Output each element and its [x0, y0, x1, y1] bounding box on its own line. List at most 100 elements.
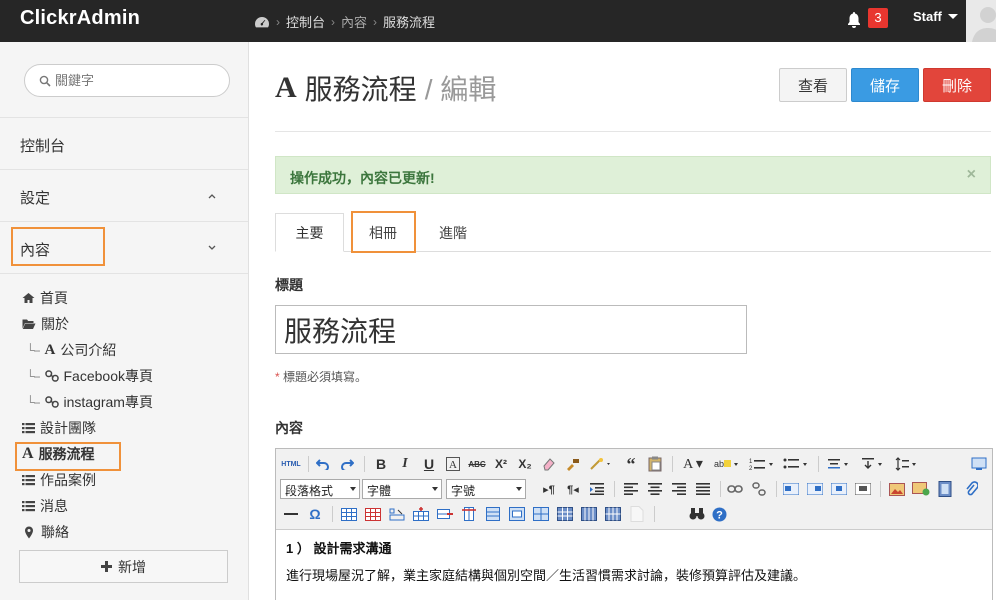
tree-item-news[interactable]: 消息 [22, 496, 68, 516]
delete-column-icon[interactable] [484, 505, 502, 523]
breadcrumb-content[interactable]: 內容 [341, 12, 367, 31]
alert-close-button[interactable]: × [967, 166, 976, 184]
magic-wand-icon[interactable] [588, 455, 614, 473]
blank-page-icon[interactable] [628, 505, 646, 523]
insert-row-icon[interactable] [412, 505, 430, 523]
search-box[interactable] [24, 64, 230, 97]
split-column-icon[interactable] [580, 505, 598, 523]
video-icon[interactable] [936, 480, 954, 498]
image-icon[interactable] [888, 480, 906, 498]
paragraph-spacing-icon[interactable] [894, 455, 920, 473]
align-right-icon[interactable] [670, 480, 688, 498]
html-source-button[interactable]: HTML [280, 455, 302, 473]
avatar[interactable] [966, 0, 996, 42]
view-button[interactable]: 查看 [779, 68, 847, 102]
italic-icon[interactable]: I [396, 455, 414, 473]
tree-item-label: 關於 [41, 316, 69, 332]
split-cells-icon[interactable] [532, 505, 550, 523]
plus-icon [101, 561, 112, 572]
undo-icon[interactable] [314, 455, 332, 473]
tree-item-label: 設計團隊 [40, 420, 96, 436]
page-title-text: 服務流程 [304, 74, 417, 105]
highlight-color-icon[interactable]: ab [712, 455, 742, 473]
font-color-icon[interactable]: A ▾ [680, 455, 706, 473]
delete-button[interactable]: 刪除 [923, 68, 991, 102]
title-input[interactable] [275, 305, 747, 354]
tree-item-design-team[interactable]: 設計團隊 [22, 418, 96, 438]
breadcrumb-dashboard[interactable]: 控制台 [286, 12, 325, 31]
float-none-icon[interactable] [830, 480, 848, 498]
brand-logo[interactable]: ClickrAdmin [20, 7, 140, 30]
underline-icon[interactable]: U [420, 455, 438, 473]
content-label: 內容 [275, 420, 303, 436]
font-size-select[interactable]: 字號 [446, 479, 526, 499]
line-height-icon[interactable] [826, 455, 852, 473]
strikethrough-icon[interactable]: ABC [468, 455, 486, 473]
ltr-icon[interactable]: ▸¶ [540, 480, 558, 498]
tree-item-portfolio[interactable]: 作品案例 [22, 470, 96, 490]
tree-item-about[interactable]: 關於 [22, 314, 69, 334]
highlight-service-box [15, 442, 121, 471]
table-icon[interactable] [340, 505, 358, 523]
tree-item-contact[interactable]: 聯絡 [24, 522, 69, 542]
rtl-icon[interactable]: ¶◂ [564, 480, 582, 498]
unlink-icon[interactable] [750, 480, 768, 498]
title-hint: * 標題必須填寫。 [275, 368, 367, 385]
paragraph-format-select[interactable]: 段落格式 [280, 479, 360, 499]
center-block-icon[interactable] [854, 480, 872, 498]
fullscreen-icon[interactable] [970, 455, 988, 473]
help-icon[interactable]: ? [710, 505, 728, 523]
tree-item-instagram[interactable]: └-- instagram專頁 [26, 392, 153, 412]
redo-icon[interactable] [338, 455, 356, 473]
save-button[interactable]: 儲存 [851, 68, 919, 102]
toolbar-separator [880, 481, 881, 497]
float-right-icon[interactable] [806, 480, 824, 498]
tree-connector: └-- [26, 395, 40, 409]
blockquote-icon[interactable]: “ [622, 454, 640, 474]
sidebar-item-settings[interactable]: 設定 [0, 170, 248, 222]
format-painter-icon[interactable] [564, 455, 582, 473]
bell-icon[interactable] [846, 11, 862, 29]
font-style-icon[interactable]: A [444, 455, 462, 473]
bullet-list-icon[interactable] [782, 455, 812, 473]
insert-column-icon[interactable] [460, 505, 478, 523]
align-justify-icon[interactable] [694, 480, 712, 498]
link-icon[interactable] [726, 480, 744, 498]
delete-row-icon[interactable] [436, 505, 454, 523]
user-menu-toggle[interactable]: Staff [913, 9, 958, 24]
eraser-icon[interactable] [540, 455, 558, 473]
tree-item-facebook[interactable]: └-- Facebook專頁 [26, 366, 153, 386]
special-char-icon[interactable]: Ω [306, 505, 324, 523]
align-left-icon[interactable] [622, 480, 640, 498]
ordered-list-icon[interactable]: 12 [748, 455, 778, 473]
find-replace-icon[interactable] [688, 505, 706, 523]
font-family-select[interactable]: 字體 [362, 479, 442, 499]
indent-icon[interactable] [588, 480, 606, 498]
add-item-button[interactable]: 新增 [19, 550, 228, 583]
split-row-icon[interactable] [556, 505, 574, 523]
multi-image-icon[interactable] [912, 480, 930, 498]
merge-cells-icon[interactable] [508, 505, 526, 523]
search-input[interactable] [55, 73, 215, 88]
align-center-icon[interactable] [646, 480, 664, 498]
horizontal-rule-icon[interactable] [282, 505, 300, 523]
table-props-icon[interactable] [364, 505, 382, 523]
add-item-label: 新增 [118, 558, 146, 575]
notification-count-badge[interactable]: 3 [868, 8, 888, 28]
cell-props-icon[interactable] [388, 505, 406, 523]
tree-item-home[interactable]: 首頁 [22, 288, 68, 308]
sidebar: 控制台 設定 內容 首頁 關於 └-- A 公司介紹 └-- Facebook專… [0, 42, 249, 600]
paste-icon[interactable] [646, 455, 664, 473]
sidebar-item-dashboard[interactable]: 控制台 [0, 118, 248, 170]
tab-main[interactable]: 主要 [275, 213, 344, 252]
subscript-icon[interactable]: X₂ [516, 455, 534, 473]
editor-content-area[interactable]: 1 ） 設計需求溝通 進行現場屋況了解，業主家庭結構與個別空間／生活習慣需求討論… [276, 529, 992, 601]
vertical-align-icon[interactable] [860, 455, 886, 473]
tab-advanced[interactable]: 進階 [423, 213, 483, 252]
split-table-icon[interactable] [604, 505, 622, 523]
attachment-icon[interactable] [962, 480, 980, 498]
tree-item-company[interactable]: └-- A 公司介紹 [26, 340, 116, 360]
float-left-icon[interactable] [782, 480, 800, 498]
superscript-icon[interactable]: X² [492, 455, 510, 473]
bold-icon[interactable]: B [372, 455, 390, 473]
